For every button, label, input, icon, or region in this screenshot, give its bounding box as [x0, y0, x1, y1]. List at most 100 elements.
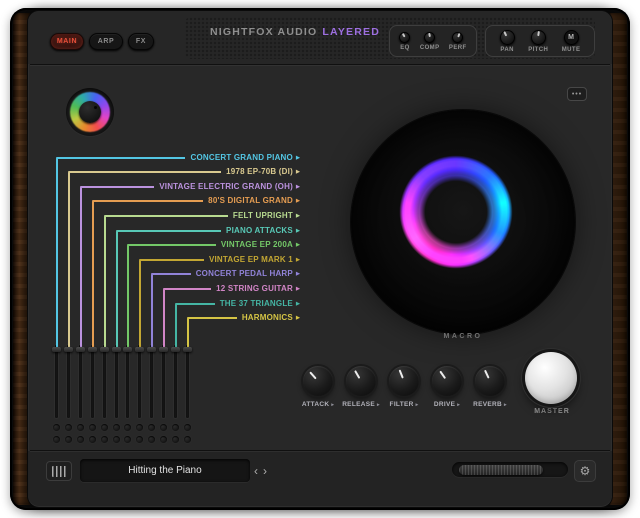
layer-expand-arrow-icon: ▶: [296, 257, 300, 263]
fader-dot-button[interactable]: [148, 424, 155, 431]
fader-dot-button[interactable]: [101, 436, 108, 443]
layer-fader-track[interactable]: [91, 345, 94, 418]
fader-dot-button[interactable]: [148, 436, 155, 443]
layer-label[interactable]: HARMONICS▶: [237, 311, 300, 324]
fader-dot-button[interactable]: [160, 436, 167, 443]
layer-connector-v: [116, 231, 118, 350]
layer-label[interactable]: 12 STRING GUITAR▶: [211, 282, 300, 295]
layer-fader-track[interactable]: [55, 345, 58, 418]
fader-dot-button[interactable]: [65, 436, 72, 443]
preset-prev-button[interactable]: ‹: [254, 464, 258, 478]
mute-button[interactable]: M: [564, 30, 579, 45]
channel-control-group: PAN PITCH M MUTE: [485, 25, 595, 57]
eq-knob-label: EQ: [400, 45, 409, 51]
knob-indicator: [457, 33, 460, 37]
layer-fader-handle[interactable]: [112, 347, 121, 352]
fader-dot-button[interactable]: [113, 424, 120, 431]
preset-display[interactable]: Hitting the Piano: [80, 459, 250, 482]
fader-dot-button[interactable]: [53, 424, 60, 431]
fader-dot-button[interactable]: [113, 436, 120, 443]
options-button[interactable]: •••: [567, 87, 587, 101]
color-wheel-knob[interactable]: [66, 88, 114, 136]
layer-fader-track[interactable]: [103, 345, 106, 418]
layer-label[interactable]: CONCERT PEDAL HARP▶: [191, 267, 300, 280]
layer-label[interactable]: VINTAGE ELECTRIC GRAND (OH)▶: [154, 180, 300, 193]
layer-label[interactable]: VINTAGE EP MARK 1▶: [204, 253, 300, 266]
pitch-knob[interactable]: [531, 30, 546, 45]
fader-dot-button[interactable]: [124, 424, 131, 431]
master-knob[interactable]: [525, 352, 577, 404]
knob-filter[interactable]: [389, 366, 419, 396]
knob-attack[interactable]: [303, 366, 333, 396]
fader-dot-button[interactable]: [160, 424, 167, 431]
fader-dot-button[interactable]: [172, 424, 179, 431]
knob-reverb[interactable]: [475, 366, 505, 396]
fader-dot-button[interactable]: [124, 436, 131, 443]
fader-dot-button[interactable]: [184, 436, 191, 443]
layer-connector-v: [187, 318, 189, 350]
layer-label[interactable]: FELT UPRIGHT▶: [228, 209, 300, 222]
layer-fader-track[interactable]: [126, 345, 129, 418]
layer-fader-handle[interactable]: [183, 347, 192, 352]
keyboard-icon: [52, 466, 67, 477]
layer-label[interactable]: 1978 EP-70B (DI)▶: [221, 165, 300, 178]
layer-fader-track[interactable]: [79, 345, 82, 418]
macro-display[interactable]: [351, 110, 575, 334]
knob-release[interactable]: [346, 366, 376, 396]
fader-dot-button[interactable]: [136, 436, 143, 443]
layer-fader-handle[interactable]: [64, 347, 73, 352]
knob-drive[interactable]: [432, 366, 462, 396]
ellipsis-icon: •••: [572, 91, 582, 98]
tab-main[interactable]: MAIN: [50, 33, 84, 50]
fader-dot-button[interactable]: [101, 424, 108, 431]
fader-dot-button[interactable]: [136, 424, 143, 431]
tab-arp[interactable]: ARP: [89, 33, 123, 50]
layer-fader-track[interactable]: [186, 345, 189, 418]
fader-dot-button[interactable]: [77, 436, 84, 443]
fader-dot-button[interactable]: [89, 424, 96, 431]
tab-fx[interactable]: FX: [128, 33, 154, 50]
layer-label[interactable]: CONCERT GRAND PIANO▶: [185, 151, 300, 164]
footer-slider-thumb[interactable]: [459, 465, 543, 475]
comp-knob[interactable]: [424, 32, 435, 43]
knob-label-text: RELEASE: [342, 401, 375, 408]
layer-fader-track[interactable]: [67, 345, 70, 418]
fader-dot-button[interactable]: [89, 436, 96, 443]
fader-dot-button[interactable]: [65, 424, 72, 431]
layer-fader-handle[interactable]: [135, 347, 144, 352]
layer-fader-handle[interactable]: [123, 347, 132, 352]
layer-label[interactable]: VINTAGE EP 200A▶: [216, 238, 300, 251]
layer-fader-handle[interactable]: [147, 347, 156, 352]
layer-fader-track[interactable]: [138, 345, 141, 418]
layer-fader-handle[interactable]: [171, 347, 180, 352]
comp-knob-label: COMP: [420, 45, 440, 51]
brand-name: NIGHTFOX AUDIO: [210, 26, 317, 38]
eq-knob[interactable]: [399, 32, 410, 43]
pan-knob[interactable]: [500, 30, 515, 45]
layer-fader-track[interactable]: [115, 345, 118, 418]
layer-fader-handle[interactable]: [76, 347, 85, 352]
layer-fader-track[interactable]: [162, 345, 165, 418]
fader-dot-button[interactable]: [53, 436, 60, 443]
layer-fader-track[interactable]: [150, 345, 153, 418]
footer-slider[interactable]: [452, 462, 568, 477]
layer-label[interactable]: 80'S DIGITAL GRAND▶: [203, 194, 300, 207]
layer-connector-v: [92, 201, 94, 350]
fader-dot-button[interactable]: [184, 424, 191, 431]
layer-fader-handle[interactable]: [100, 347, 109, 352]
layer-fader-handle[interactable]: [52, 347, 61, 352]
knob-label-reverb[interactable]: REVERB▸: [458, 401, 522, 408]
keyboard-button[interactable]: [46, 461, 72, 481]
layer-fader-track[interactable]: [174, 345, 177, 418]
layer-fader-handle[interactable]: [88, 347, 97, 352]
layer-label[interactable]: PIANO ATTACKS▶: [221, 224, 300, 237]
settings-gear-button[interactable]: ⚙: [574, 460, 596, 482]
macro-caption: MACRO: [410, 333, 516, 340]
fader-dot-button[interactable]: [172, 436, 179, 443]
knob-label-text: DRIVE: [434, 401, 455, 408]
perf-knob[interactable]: [452, 32, 463, 43]
preset-next-button[interactable]: ›: [263, 464, 267, 478]
layer-label[interactable]: THE 37 TRIANGLE▶: [215, 297, 300, 310]
layer-fader-handle[interactable]: [159, 347, 168, 352]
fader-dot-button[interactable]: [77, 424, 84, 431]
